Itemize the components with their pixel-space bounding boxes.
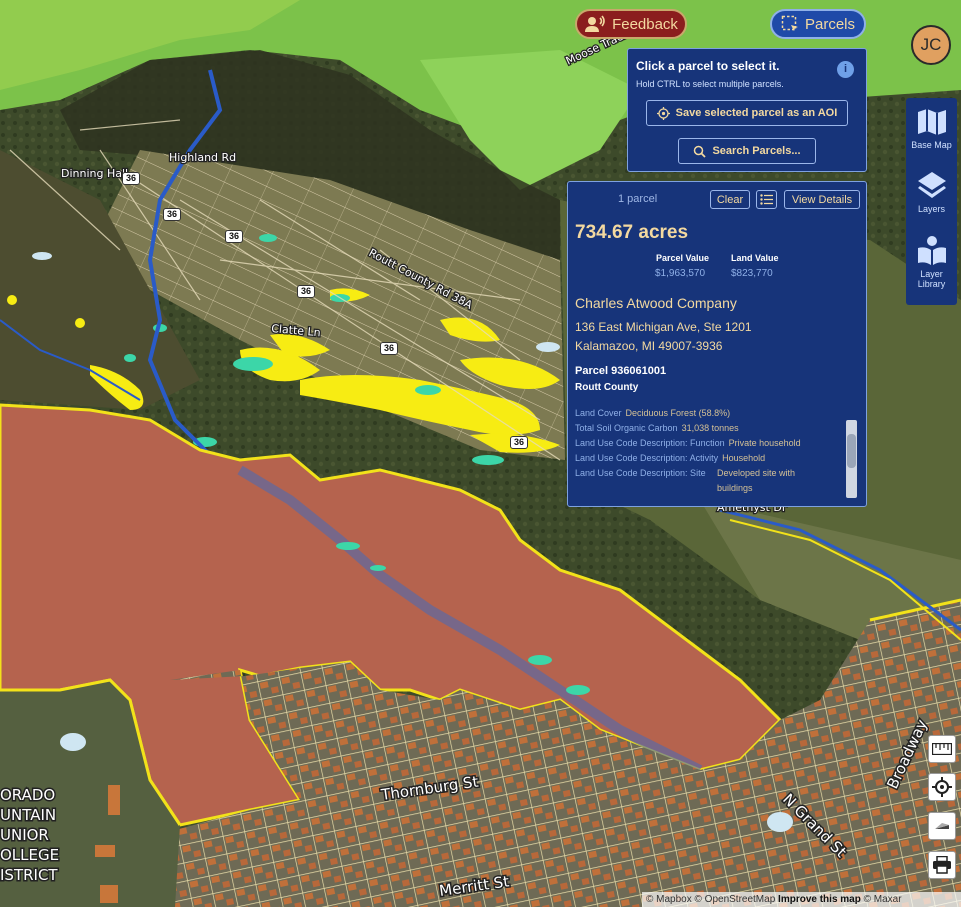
owner-name: Charles Atwood Company (575, 295, 737, 311)
route-shield: 36 (122, 172, 141, 185)
osm-credit[interactable]: © OpenStreetMap (695, 894, 776, 905)
parcel-select-icon (781, 15, 798, 31)
parcels-label: Parcels (804, 15, 856, 33)
print-button[interactable] (928, 851, 956, 879)
attribute-row: Land Use Code Description: Site Develope… (575, 468, 796, 493)
base-map-button[interactable]: Base Map (906, 106, 957, 150)
right-toolbar: Base Map Layers Layer Library (906, 98, 957, 305)
svg-text:UNIOR: UNIOR (0, 826, 49, 844)
parcel-value-label: Parcel Value (656, 253, 710, 263)
feedback-label: Feedback (612, 15, 678, 33)
measure-button[interactable] (928, 735, 956, 763)
map-label-dinning-hall: Dinning Hall (61, 167, 128, 180)
search-icon (694, 145, 707, 158)
maxar-credit[interactable]: © Maxar (864, 894, 902, 905)
attribute-list[interactable]: Land Cover Deciduous Forest (58.8%) Tota… (575, 406, 843, 498)
land-value: $823,770 (731, 268, 773, 279)
crosshair-icon (932, 777, 952, 797)
ruler-icon (932, 743, 952, 755)
list-button[interactable] (756, 190, 777, 209)
attribute-scrollbar[interactable] (846, 420, 857, 498)
map-icon (917, 109, 946, 135)
parcel-select-panel: Click a parcel to select it. Hold CTRL t… (627, 48, 867, 172)
attribute-row: Land Cover Deciduous Forest (58.8%) (575, 408, 731, 418)
save-aoi-button[interactable]: Save selected parcel as an AOI (646, 100, 848, 126)
layer-library-button[interactable]: Layer Library (906, 235, 957, 289)
info-icon[interactable]: i (837, 61, 854, 78)
clear-button[interactable]: Clear (710, 190, 750, 209)
compass-icon (935, 823, 949, 829)
select-panel-title: Click a parcel to select it. (636, 59, 780, 73)
target-icon (656, 106, 670, 120)
attribute-row: Total Soil Organic Carbon 31,038 tonnes (575, 423, 739, 433)
compass-button[interactable] (928, 812, 956, 840)
mapbox-credit[interactable]: © Mapbox (646, 894, 692, 905)
layers-icon (917, 172, 946, 198)
route-shield: 36 (510, 436, 529, 449)
parcel-count: 1 parcel (618, 193, 658, 205)
land-value-label: Land Value (731, 253, 779, 263)
parcel-number: Parcel 936061001 (575, 365, 667, 377)
parcel-info-panel: 1 parcel Clear View Details 734.67 acres… (567, 181, 867, 507)
svg-text:OLLEGE: OLLEGE (0, 846, 59, 864)
scrollbar-thumb[interactable] (847, 434, 856, 468)
printer-icon (933, 856, 951, 874)
library-icon (917, 236, 946, 265)
owner-address-line1: 136 East Michigan Ave, Ste 1201 (575, 320, 752, 334)
search-parcels-label: Search Parcels... (712, 145, 801, 157)
improve-map-link[interactable]: Improve this map (778, 894, 861, 905)
parcel-value: $1,963,570 (655, 268, 706, 279)
user-avatar[interactable]: JC (911, 25, 951, 65)
owner-address-line2: Kalamazoo, MI 49007-3936 (575, 339, 723, 353)
route-shield: 36 (163, 208, 182, 221)
route-shield: 36 (297, 285, 316, 298)
layers-button[interactable]: Layers (906, 170, 957, 214)
map-label-highland-rd: Highland Rd (169, 151, 236, 164)
save-aoi-label: Save selected parcel as an AOI (675, 107, 838, 119)
feedback-icon (585, 15, 605, 32)
select-panel-subtitle: Hold CTRL to select multiple parcels. (636, 79, 784, 89)
svg-text:UNTAIN: UNTAIN (0, 806, 56, 824)
attribute-row: Land Use Code Description: Function Priv… (575, 438, 801, 448)
search-parcels-button[interactable]: Search Parcels... (678, 138, 816, 164)
parcel-acres: 734.67 acres (575, 222, 689, 243)
map-attribution: © Mapbox © OpenStreetMap Improve this ma… (642, 892, 961, 907)
view-details-button[interactable]: View Details (784, 190, 860, 209)
list-icon (760, 194, 773, 205)
route-shield: 36 (380, 342, 399, 355)
locate-button[interactable] (928, 773, 956, 801)
route-shield: 36 (225, 230, 244, 243)
svg-text:ORADO: ORADO (0, 786, 55, 804)
attribute-row: Land Use Code Description: Activity Hous… (575, 453, 766, 463)
parcels-button[interactable]: Parcels (770, 9, 866, 39)
svg-text:ISTRICT: ISTRICT (0, 866, 58, 884)
feedback-button[interactable]: Feedback (575, 9, 687, 39)
parcel-county: Routt County (575, 382, 639, 393)
